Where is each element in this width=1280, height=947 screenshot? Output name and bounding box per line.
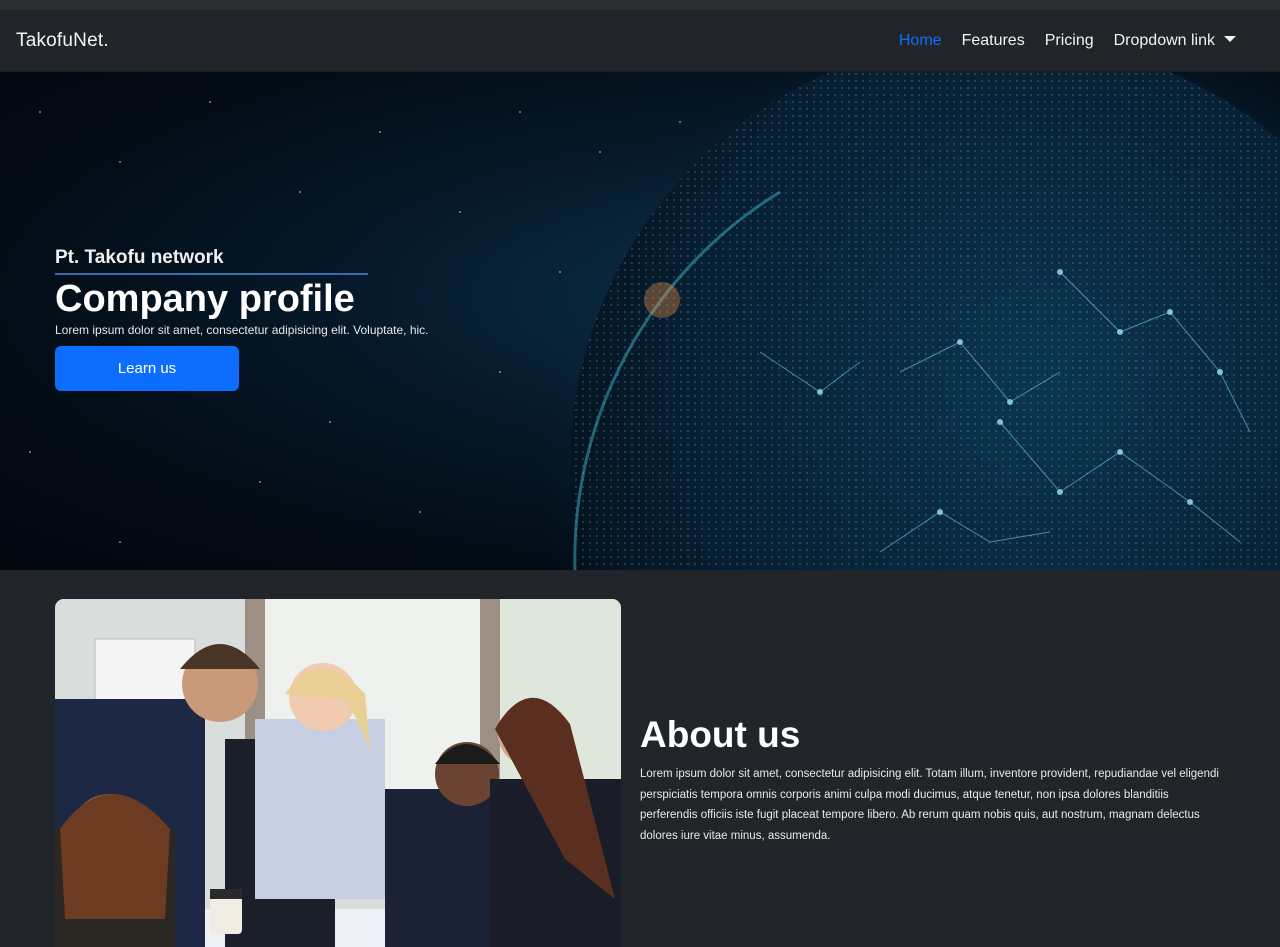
brand-logo[interactable]: TakofuNet. [16,30,109,52]
nav-link-home[interactable]: Home [889,32,952,50]
about-body: Lorem ipsum dolor sit amet, consectetur … [640,768,1219,842]
nav-links: Home Features Pricing Dropdown link [889,32,1246,50]
browser-top-strip [0,0,1280,10]
nav-link-pricing[interactable]: Pricing [1035,32,1104,50]
about-text: About us Lorem ipsum dolor sit amet, con… [640,714,1220,846]
team-meeting-photo [55,599,621,947]
caret-down-icon [1224,35,1236,42]
hero-text: Lorem ipsum dolor sit amet, consectetur … [55,323,429,337]
about-title: About us [640,714,801,755]
navbar: TakofuNet. Home Features Pricing Dropdow… [0,10,1280,72]
nav-link-dropdown[interactable]: Dropdown link [1104,32,1246,50]
learn-us-button[interactable]: Learn us [55,346,239,391]
hero-section: Pt. Takofu network Company profile Lorem… [0,72,1280,570]
hero-subtitle: Pt. Takofu network [55,247,368,275]
hero-content: Pt. Takofu network Company profile Lorem… [55,247,429,391]
nav-link-features[interactable]: Features [952,32,1035,50]
hero-title: Company profile [55,278,355,320]
about-section: About us Lorem ipsum dolor sit amet, con… [0,570,1280,947]
nav-link-dropdown-label: Dropdown link [1113,31,1215,49]
